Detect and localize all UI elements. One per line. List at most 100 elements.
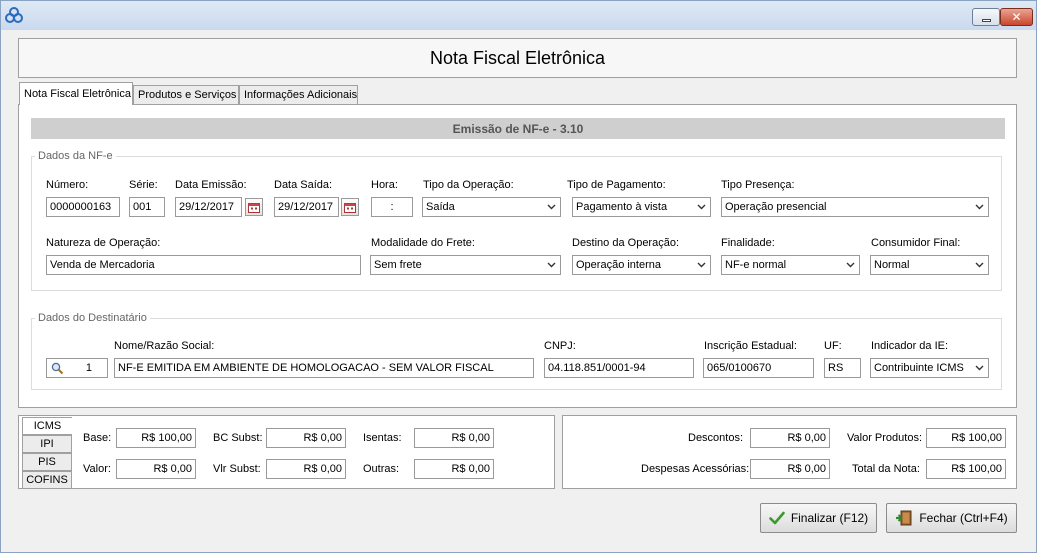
cnpj-label: CNPJ: [544, 340, 576, 352]
serie-value: 001 [133, 201, 152, 213]
destinatario-title: Dados do Destinatário [35, 312, 150, 324]
uf-value: RS [828, 362, 844, 374]
destinatario-codigo-value: 1 [85, 362, 92, 374]
consumidor-final-select[interactable]: Normal [870, 255, 989, 275]
outras-field[interactable]: R$ 0,00 [414, 459, 494, 479]
isentas-field[interactable]: R$ 0,00 [414, 428, 494, 448]
ie-label: Inscrição Estadual: [704, 340, 797, 352]
uf-input[interactable]: RS [824, 358, 861, 378]
data-emissao-calendar-button[interactable] [245, 198, 263, 216]
outras-label: Outras: [363, 463, 400, 475]
icms-base-label: Base: [83, 432, 112, 444]
chevron-down-icon [545, 201, 557, 213]
vlr-subst-field[interactable]: R$ 0,00 [266, 459, 346, 479]
chevron-down-icon [695, 201, 707, 213]
uf-label: UF: [824, 340, 842, 352]
hora-value: : [390, 201, 394, 213]
vlr-subst-value: R$ 0,00 [303, 463, 342, 475]
data-saida-calendar-button[interactable] [341, 198, 359, 216]
tab-cofins[interactable]: COFINS [22, 471, 72, 489]
destinatario-codigo-input[interactable]: 1 [46, 358, 108, 378]
tab-label: IPI [40, 438, 54, 450]
destino-select[interactable]: Operação interna [572, 255, 711, 275]
data-saida-value: 29/12/2017 [278, 201, 334, 213]
icms-valor-value: R$ 0,00 [153, 463, 192, 475]
consumidor-final-value: Normal [874, 259, 910, 271]
chevron-down-icon [973, 362, 985, 374]
data-saida-label: Data Saída: [274, 179, 333, 191]
data-emissao-input[interactable]: 29/12/2017 [175, 197, 242, 217]
modalidade-frete-select[interactable]: Sem frete [370, 255, 561, 275]
emissao-title: Emissão de NF-e - 3.10 [452, 121, 584, 136]
chevron-down-icon [844, 259, 856, 271]
despesas-field[interactable]: R$ 0,00 [750, 459, 830, 479]
hora-input[interactable]: : [371, 197, 413, 217]
tab-label: Nota Fiscal Eletrônica [24, 88, 131, 100]
close-icon: ✕ [1011, 10, 1022, 24]
icms-valor-field[interactable]: R$ 0,00 [116, 459, 196, 479]
ie-value: 065/0100670 [707, 362, 772, 374]
finalizar-button[interactable]: Finalizar (F12) [760, 503, 877, 533]
icms-valor-label: Valor: [83, 463, 111, 475]
numero-input[interactable]: 0000000163 [46, 197, 120, 217]
valor-produtos-field[interactable]: R$ 100,00 [926, 428, 1006, 448]
indicador-ie-label: Indicador da IE: [871, 340, 949, 352]
consumidor-final-label: Consumidor Final: [871, 237, 961, 249]
indicador-ie-value: Contribuinte ICMS [874, 362, 964, 374]
isentas-value: R$ 0,00 [451, 432, 490, 444]
search-icon[interactable] [51, 362, 64, 377]
app-logo-icon [5, 6, 23, 24]
descontos-label: Descontos: [688, 432, 744, 444]
total-nota-field[interactable]: R$ 100,00 [926, 459, 1006, 479]
tab-pis[interactable]: PIS [22, 453, 72, 471]
tab-ipi[interactable]: IPI [22, 435, 72, 453]
bc-subst-field[interactable]: R$ 0,00 [266, 428, 346, 448]
outras-value: R$ 0,00 [451, 463, 490, 475]
tab-nota-fiscal[interactable]: Nota Fiscal Eletrônica [19, 82, 133, 105]
ie-input[interactable]: 065/0100670 [703, 358, 814, 378]
tipo-pagamento-value: Pagamento à vista [576, 201, 668, 213]
valor-produtos-value: R$ 100,00 [951, 432, 1002, 444]
close-window-button[interactable]: ✕ [1000, 8, 1033, 26]
tab-icms[interactable]: ICMS [22, 417, 72, 435]
tipo-presenca-select[interactable]: Operação presencial [721, 197, 989, 217]
window-titlebar[interactable]: ✕ [0, 0, 1037, 30]
despesas-value: R$ 0,00 [787, 463, 826, 475]
destino-label: Destino da Operação: [572, 237, 680, 249]
numero-value: 0000000163 [50, 201, 112, 213]
chevron-down-icon [973, 259, 985, 271]
tab-informacoes-adicionais[interactable]: Informações Adicionais [239, 85, 358, 104]
icms-base-value: R$ 100,00 [141, 432, 192, 444]
serie-input[interactable]: 001 [129, 197, 165, 217]
data-saida-input[interactable]: 29/12/2017 [274, 197, 339, 217]
chevron-down-icon [545, 259, 557, 271]
tipo-pagamento-label: Tipo de Pagamento: [567, 179, 666, 191]
minimize-button[interactable] [972, 8, 1000, 26]
minimize-icon [981, 18, 991, 22]
destino-value: Operação interna [576, 259, 661, 271]
indicador-ie-select[interactable]: Contribuinte ICMS [870, 358, 989, 378]
dados-nfe-title: Dados da NF-e [35, 150, 116, 162]
tipo-operacao-select[interactable]: Saída [422, 197, 561, 217]
modalidade-frete-value: Sem frete [374, 259, 422, 271]
nome-label: Nome/Razão Social: [114, 340, 215, 352]
chevron-down-icon [973, 201, 985, 213]
natureza-input[interactable]: Venda de Mercadoria [46, 255, 361, 275]
finalidade-value: NF-e normal [725, 259, 787, 271]
icms-base-field[interactable]: R$ 100,00 [116, 428, 196, 448]
tab-label: PIS [38, 456, 56, 468]
valor-produtos-label: Valor Produtos: [847, 432, 923, 444]
cnpj-value: 04.118.851/0001-94 [548, 362, 646, 374]
descontos-field[interactable]: R$ 0,00 [750, 428, 830, 448]
checkmark-icon [769, 511, 785, 525]
tipo-pagamento-select[interactable]: Pagamento à vista [572, 197, 711, 217]
natureza-value: Venda de Mercadoria [50, 259, 155, 271]
bc-subst-value: R$ 0,00 [303, 432, 342, 444]
isentas-label: Isentas: [363, 432, 402, 444]
cnpj-input[interactable]: 04.118.851/0001-94 [544, 358, 694, 378]
fechar-button[interactable]: Fechar (Ctrl+F4) [886, 503, 1017, 533]
nome-input[interactable]: NF-E EMITIDA EM AMBIENTE DE HOMOLOGACAO … [114, 358, 534, 378]
tab-produtos-servicos[interactable]: Produtos e Serviços [133, 85, 239, 104]
natureza-label: Natureza de Operação: [46, 237, 161, 249]
finalidade-select[interactable]: NF-e normal [721, 255, 860, 275]
